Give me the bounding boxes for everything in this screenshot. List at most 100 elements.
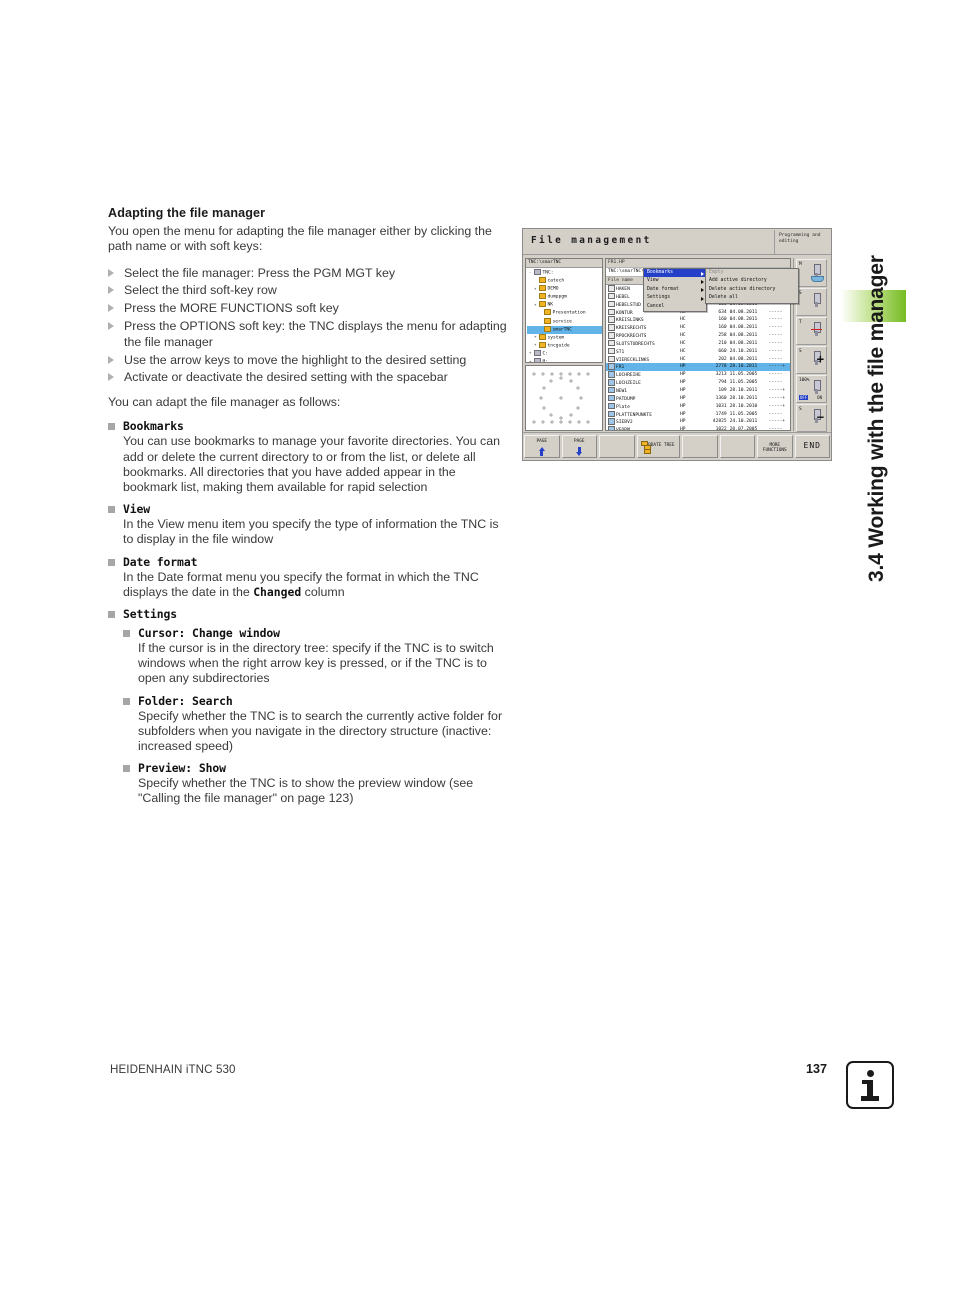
- submenu-item-add-active-directory[interactable]: Add active directory: [706, 277, 798, 285]
- table-row[interactable]: RPOCKRECHTS HC 258 04.08.2011 -----: [606, 332, 790, 340]
- softkey-label: PAGE: [536, 439, 548, 444]
- cell-file-changed: 04.08.2011: [729, 309, 758, 315]
- triangle-bullet-icon: [108, 304, 114, 312]
- bullet-term: View: [123, 502, 151, 517]
- file-type-icon: [608, 316, 615, 323]
- file-panel-title: FR1.HP: [606, 259, 790, 268]
- footer-brand: HEIDENHAIN iTNC 530: [110, 1063, 236, 1076]
- table-row[interactable]: PLATTENPUNKTE HP 1749 11.05.2005 -----: [606, 410, 790, 419]
- square-bullet-icon: [123, 697, 130, 705]
- table-row[interactable]: VFORM HP 1022 20.07.2005 -----: [606, 426, 790, 431]
- table-row[interactable]: FR1 HP 2778 28.10.2011 -----+: [606, 363, 790, 372]
- bullet-body-emphasis: Changed: [253, 584, 302, 599]
- tree-item-h[interactable]: + H:: [527, 358, 602, 362]
- tree-item-label: DEMO: [547, 286, 559, 292]
- triangle-bullet-icon: [108, 268, 114, 277]
- softkey-label: MORE FUNCTIONS: [762, 443, 787, 454]
- square-bullet-icon: [108, 611, 115, 618]
- table-row[interactable]: NEW1 HP 109 28.10.2011 -----+: [606, 386, 790, 395]
- menu-item-cancel[interactable]: Cancel: [644, 303, 706, 311]
- directory-tree-list[interactable]: - TNC: catech + DEMO dumppgm + NK Presentation se…: [526, 268, 602, 362]
- menu-item-date-format[interactable]: Date format: [644, 286, 706, 294]
- softkey-page-down[interactable]: PAGE: [561, 435, 597, 458]
- tree-item-c[interactable]: + C:: [527, 349, 602, 358]
- tool-status-box-tool-plus-icon: S +: [796, 346, 827, 374]
- cell-file-size: 1360: [715, 395, 727, 401]
- triangle-bullet-icon: [108, 286, 114, 295]
- file-type-icon: [608, 355, 615, 363]
- minus-icon: −: [816, 410, 824, 424]
- tree-item-tnc[interactable]: - TNC:: [527, 269, 602, 277]
- cell-file-status: -----: [768, 427, 783, 431]
- cell-file-status: -----: [768, 340, 783, 346]
- cell-file-size: 794: [718, 380, 727, 386]
- options-context-menu[interactable]: Bookmarks View Date format Settings Cancel: [643, 268, 707, 313]
- softkey-bar[interactable]: PAGE PAGE UPDATE TREE MORE FUNCTIONS END: [523, 432, 831, 460]
- override-off-indicator[interactable]: OFF: [799, 395, 809, 400]
- cell-file-status: -----: [768, 372, 783, 378]
- page-title: Adapting the file manager: [108, 206, 266, 220]
- directory-tree-panel[interactable]: TNC:\smarTNC - TNC: catech + DEMO dumppgm + NK P…: [525, 258, 603, 363]
- table-row[interactable]: LOCHREIHE HP 3213 11.05.2005 -----: [606, 371, 790, 379]
- file-type-icon: [608, 308, 615, 316]
- sub-bullet-body: If the cursor is in the directory tree: …: [138, 641, 494, 686]
- softkey-label: END: [803, 441, 821, 450]
- softkey-update-tree[interactable]: UPDATE TREE: [636, 435, 680, 458]
- table-row[interactable]: KREISLINKS HC 160 04.08.2011 -----: [606, 316, 790, 324]
- folder-icon: [544, 309, 551, 316]
- softkey-page-up[interactable]: PAGE: [524, 435, 560, 458]
- sub-bullet-term: Folder: Search: [138, 693, 233, 708]
- sub-bullet-term: Preview: Show: [138, 761, 226, 776]
- override-on-label[interactable]: ON: [817, 395, 822, 400]
- tree-item-label: C:: [542, 351, 549, 357]
- file-type-icon: [608, 292, 615, 300]
- submenu-item-delete-all[interactable]: Delete all: [706, 294, 798, 302]
- tool-status-label: T: [799, 320, 802, 325]
- submenu-item-delete-active-directory[interactable]: Delete active directory: [706, 286, 798, 294]
- menu-item-bookmarks[interactable]: Bookmarks: [644, 269, 706, 278]
- table-row[interactable]: ST1 HC 660 24.10.2011 -----: [606, 347, 790, 356]
- bookmarks-submenu[interactable]: Empty Add active directory Delete active d…: [705, 268, 799, 304]
- softkey-label: PAGE: [573, 439, 585, 444]
- table-row[interactable]: LOCHZEILE HP 794 11.05.2005 -----: [606, 379, 790, 387]
- table-row[interactable]: Plate HP 1031 28.10.2010 -----+: [606, 402, 790, 411]
- tree-item-catech[interactable]: catech: [527, 277, 602, 285]
- triangle-bullet-icon: [108, 355, 114, 364]
- softkey-end[interactable]: END: [794, 435, 830, 458]
- article-body: Adapting the file manager You open the m…: [108, 206, 512, 814]
- submenu-item-empty[interactable]: Empty: [706, 269, 798, 277]
- drive-icon: [534, 358, 541, 362]
- bullet-body: You can use bookmarks to manage your fav…: [123, 434, 500, 494]
- softkey-more-functions[interactable]: MORE FUNCTIONS: [757, 435, 793, 458]
- tree-item-service[interactable]: service: [527, 317, 602, 326]
- file-type-icon: [608, 363, 615, 370]
- list-item: Date format In the Date format menu you …: [108, 555, 512, 600]
- tree-item-label: smarTNC: [552, 327, 572, 333]
- cell-file-status: -----: [768, 348, 783, 354]
- bullet-body: In the Date format menu you specify the …: [123, 570, 512, 600]
- menu-item-view[interactable]: View: [644, 277, 706, 285]
- running-head: 3.4 Working with the file manager: [841, 198, 906, 618]
- tree-item-nk[interactable]: + NK: [527, 301, 602, 309]
- tree-item-presentation[interactable]: Presentation: [527, 309, 602, 317]
- chevron-right-icon: [701, 288, 704, 293]
- table-row[interactable]: VIERECKLINKS HC 202 04.08.2011 -----: [606, 355, 790, 364]
- cell-file-status: -----+: [768, 395, 786, 401]
- chevron-right-icon: [701, 271, 704, 276]
- tree-item-label: dumppgm: [547, 294, 567, 300]
- tree-item-demo[interactable]: + DEMO: [527, 285, 602, 293]
- tree-item-system[interactable]: + system: [527, 333, 602, 342]
- tree-item-label: NK: [547, 302, 554, 308]
- bullet-body: In the View menu item you specify the ty…: [123, 517, 499, 547]
- tree-item-tncguide[interactable]: + tncguide: [527, 341, 602, 350]
- table-row[interactable]: KREISRECHTS HC 160 04.08.2011 -----: [606, 324, 790, 332]
- menu-item-settings[interactable]: Settings: [644, 294, 706, 302]
- cell-file-name: KREISRECHTS: [606, 324, 680, 332]
- table-row[interactable]: SLOTSTUDRECHTS HC 210 04.08.2011 -----: [606, 339, 790, 348]
- tree-item-smartnc[interactable]: smarTNC: [527, 325, 602, 334]
- tree-item-dumppgm[interactable]: dumppgm: [527, 293, 602, 301]
- table-row[interactable]: PATDUMP HP 1360 28.10.2011 -----+: [606, 394, 790, 403]
- cell-file-type: HC: [679, 325, 686, 331]
- cell-file-type: HC: [679, 317, 686, 323]
- table-row[interactable]: SIEBV2 HP 42825 24.10.2011 -----+: [606, 418, 790, 426]
